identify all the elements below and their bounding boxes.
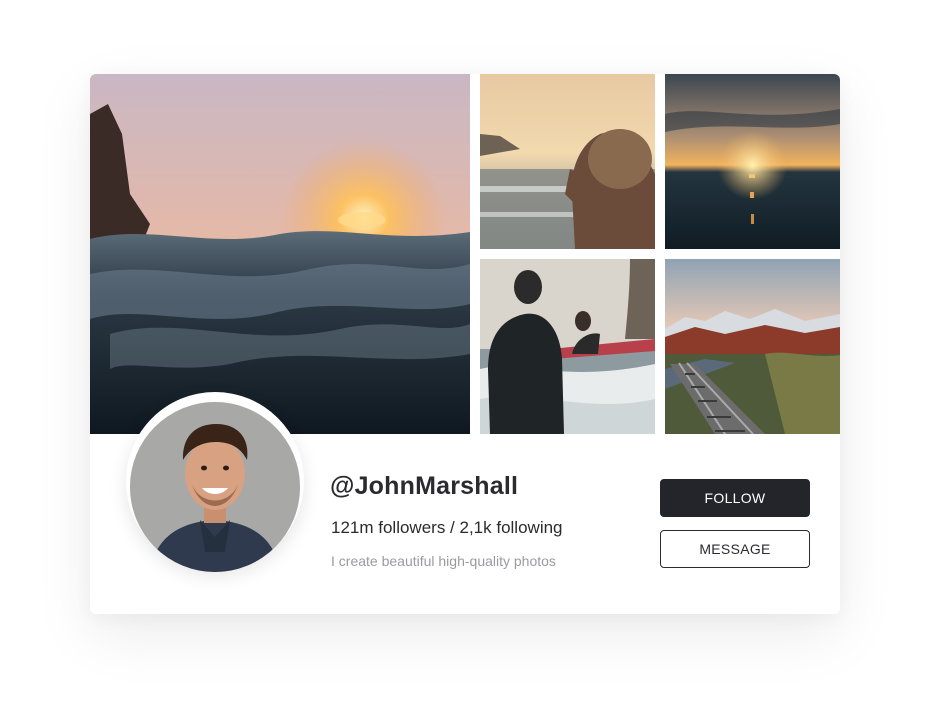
profile-bio: I create beautiful high-quality photos <box>331 553 556 569</box>
profile-card: @JohnMarshall 121m followers / 2,1k foll… <box>90 74 840 614</box>
gallery-photo-1[interactable] <box>480 74 655 249</box>
follow-button[interactable]: FOLLOW <box>660 479 810 517</box>
surfers-image <box>480 259 655 434</box>
surfer-sunset-image <box>480 74 655 249</box>
avatar[interactable] <box>130 402 300 572</box>
gallery-photo-3[interactable] <box>480 259 655 434</box>
avatar-image <box>130 402 300 572</box>
profile-stats: 121m followers / 2,1k following <box>331 518 563 537</box>
gallery-photo-4[interactable] <box>665 259 840 434</box>
gallery-photo-2[interactable] <box>665 74 840 249</box>
ocean-sunset-image <box>90 74 470 434</box>
sea-sunset-image <box>665 74 840 249</box>
profile-username: @JohnMarshall <box>330 472 519 500</box>
gallery-photo-main[interactable] <box>90 74 470 434</box>
mountain-railway-image <box>665 259 840 434</box>
message-button[interactable]: MESSAGE <box>660 530 810 568</box>
